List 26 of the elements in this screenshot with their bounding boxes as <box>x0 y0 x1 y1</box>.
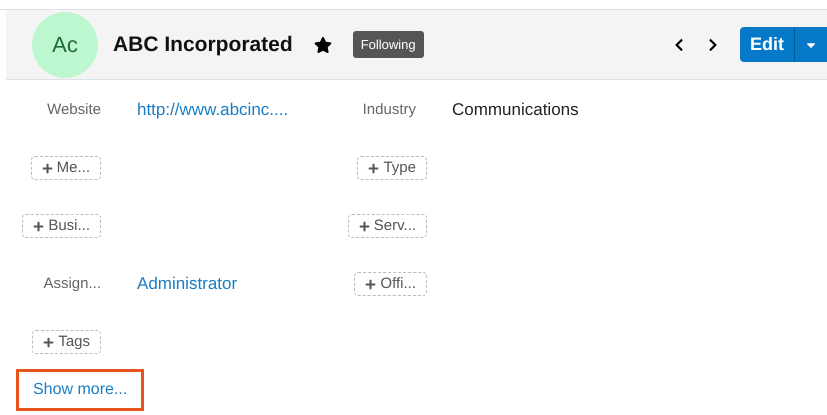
show-more-link[interactable]: Show more... <box>16 369 144 411</box>
favorite-star-icon[interactable] <box>314 36 332 54</box>
add-field-button[interactable]: Offi... <box>354 272 427 296</box>
plus-icon <box>42 162 53 174</box>
record-title: ABC Incorporated <box>113 32 293 58</box>
plus-icon <box>368 162 380 174</box>
plus-icon <box>365 278 376 290</box>
add-field-button[interactable]: Serv... <box>348 214 427 238</box>
following-badge[interactable]: Following <box>352 30 424 58</box>
plus-icon <box>43 336 54 348</box>
edit-button[interactable]: Edit <box>740 27 795 62</box>
field-value-link[interactable]: Administrator <box>137 274 238 293</box>
field-label: Industry <box>362 100 417 120</box>
field-value-link[interactable]: http://www.abcinc.... <box>137 100 288 119</box>
next-icon[interactable] <box>707 38 719 52</box>
field-value: Communications <box>452 100 579 119</box>
add-field-button[interactable]: Type <box>357 156 427 180</box>
plus-icon <box>33 220 44 232</box>
add-field-button[interactable]: Tags <box>32 330 101 354</box>
add-field-button[interactable]: Me... <box>30 156 101 180</box>
field-label: Assign... <box>43 274 101 294</box>
avatar: Ac <box>32 12 98 78</box>
add-field-button[interactable]: Busi... <box>22 214 101 238</box>
plus-icon <box>358 220 370 232</box>
previous-icon[interactable] <box>673 38 685 52</box>
field-label: Website <box>47 100 101 120</box>
